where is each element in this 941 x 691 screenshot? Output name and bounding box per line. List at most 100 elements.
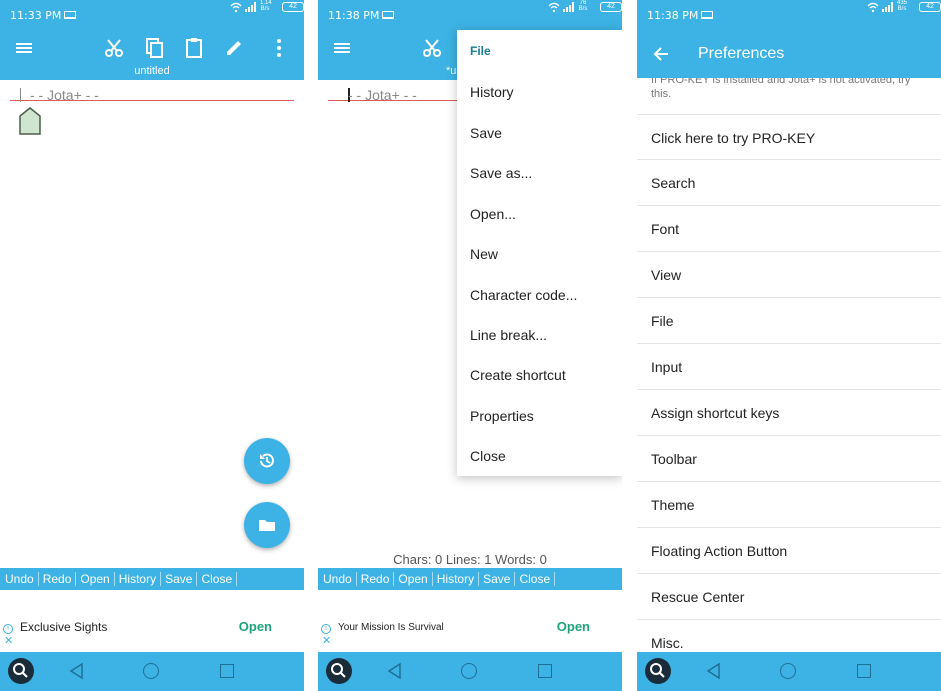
pref-item-view[interactable]: View [637, 252, 941, 298]
copy-icon[interactable] [141, 35, 167, 61]
clipboard-icon[interactable] [181, 35, 207, 61]
pref-item-shortcut-keys[interactable]: Assign shortcut keys [637, 390, 941, 436]
magnifier-icon[interactable] [326, 658, 352, 684]
nav-recent-icon[interactable] [220, 664, 234, 678]
menu-item-history[interactable]: History [470, 84, 514, 100]
ad-close-icon[interactable]: ✕ [322, 636, 331, 647]
selection-handle-icon[interactable] [18, 106, 42, 136]
redo-button[interactable]: Redo [361, 572, 395, 586]
hamburger-icon[interactable] [329, 35, 355, 61]
menu-item-line-break[interactable]: Line break... [470, 327, 547, 343]
pref-item-search[interactable]: Search [637, 160, 941, 206]
battery-icon: 42 [600, 2, 622, 12]
wifi-icon [867, 2, 879, 13]
pref-item-label: Input [651, 359, 683, 375]
file-menu-popup: File History Save Save as... Open... New… [457, 30, 622, 476]
menu-item-save[interactable]: Save [470, 125, 502, 141]
undo-button[interactable]: Undo [323, 572, 357, 586]
history-button[interactable]: History [119, 572, 162, 586]
pref-item-toolbar[interactable]: Toolbar [637, 436, 941, 482]
pencil-icon[interactable] [221, 35, 247, 61]
pref-item-fab[interactable]: Floating Action Button [637, 528, 941, 574]
pref-item-rescue-center[interactable]: Rescue Center [637, 574, 941, 620]
history-fab[interactable] [244, 438, 290, 484]
page-title: Preferences [698, 45, 785, 62]
net-speed: 1.14 B/s [260, 0, 272, 12]
hamburger-icon[interactable] [11, 35, 37, 61]
pref-item-label: Floating Action Button [651, 543, 788, 559]
nav-recent-icon[interactable] [538, 664, 552, 678]
status-bar: 11:38 PM 76 B/s 42 [318, 0, 622, 30]
editor-toolbar: untitled [0, 30, 304, 80]
pref-item-label: Theme [651, 497, 695, 513]
open-button[interactable]: Open [398, 572, 433, 586]
menu-item-new[interactable]: New [470, 246, 498, 262]
pref-item-label: Search [651, 175, 696, 191]
save-button[interactable]: Save [483, 572, 516, 586]
pref-item-misc[interactable]: Misc. [637, 620, 941, 652]
preferences-list[interactable]: If PRO-KEY is installed and Jota+ is not… [637, 78, 941, 652]
menu-item-close[interactable]: Close [470, 448, 506, 464]
system-nav-bar [318, 652, 622, 691]
arrow-back-icon[interactable] [651, 44, 671, 64]
history-button[interactable]: History [437, 572, 480, 586]
wifi-icon [230, 2, 242, 13]
undo-button[interactable]: Undo [5, 572, 39, 586]
nav-back-icon[interactable] [386, 662, 404, 680]
pref-item-pro-key[interactable]: Click here to try PRO-KEY [637, 114, 941, 160]
pref-item-theme[interactable]: Theme [637, 482, 941, 528]
nav-home-icon[interactable] [461, 663, 477, 679]
nav-home-icon[interactable] [780, 663, 796, 679]
file-menu-header: File [470, 44, 491, 58]
nav-recent-icon[interactable] [857, 664, 871, 678]
text-editor[interactable]: - - Jota+ - - [0, 80, 304, 568]
document-title: untitled [134, 65, 170, 77]
open-folder-fab[interactable] [244, 502, 290, 548]
laptop-icon [64, 11, 76, 19]
quick-actions-bar: Undo Redo Open History Save Close [318, 568, 622, 590]
editor-line-text: - - Jota+ - - [348, 87, 417, 103]
status-bar: 11:38 PM 435 B/s 42 [637, 0, 941, 30]
menu-item-open[interactable]: Open... [470, 206, 516, 222]
ad-open-button[interactable]: Open [239, 619, 272, 634]
ad-open-button[interactable]: Open [557, 619, 590, 634]
ad-banner[interactable]: i ✕ Your Mission Is Survival Open [318, 590, 622, 652]
document-counts: Chars: 0 Lines: 1 Words: 0 [393, 552, 547, 567]
magnifier-icon[interactable] [8, 658, 34, 684]
pref-item-font[interactable]: Font [637, 206, 941, 252]
editor-line-text: - - Jota+ - - [30, 87, 99, 103]
nav-home-icon[interactable] [143, 663, 159, 679]
laptop-icon [701, 11, 713, 19]
system-nav-bar [637, 652, 941, 691]
redo-button[interactable]: Redo [43, 572, 77, 586]
menu-item-character-code[interactable]: Character code... [470, 287, 577, 303]
menu-item-save-as[interactable]: Save as... [470, 165, 532, 181]
preferences-screen: 11:38 PM 435 B/s 42 Preferences If PRO-K… [637, 0, 941, 691]
wifi-icon [548, 2, 560, 13]
pref-item-input[interactable]: Input [637, 344, 941, 390]
more-vert-icon[interactable] [266, 35, 292, 61]
history-icon [260, 453, 274, 468]
pref-item-file[interactable]: File [637, 298, 941, 344]
menu-item-properties[interactable]: Properties [470, 408, 534, 424]
close-button[interactable]: Close [201, 572, 238, 586]
ad-title: Your Mission Is Survival [338, 622, 444, 633]
editor-screen: 11:33 PM 1.14 B/s 42 untitled - - Jota+ … [0, 0, 304, 691]
scissors-icon[interactable] [101, 35, 127, 61]
pref-item-label: Click here to try PRO-KEY [651, 130, 816, 146]
pro-key-note: If PRO-KEY is installed and Jota+ is not… [651, 78, 911, 100]
nav-back-icon[interactable] [705, 662, 723, 680]
file-menu-screen: 11:38 PM 76 B/s 42 *u - - Jota+ - - Char… [318, 0, 622, 691]
ad-info-icon[interactable]: i [321, 624, 331, 634]
menu-item-create-shortcut[interactable]: Create shortcut [470, 367, 566, 383]
nav-back-icon[interactable] [68, 662, 86, 680]
open-button[interactable]: Open [80, 572, 115, 586]
ad-info-icon[interactable]: i [3, 624, 13, 634]
ad-close-icon[interactable]: ✕ [4, 636, 13, 647]
save-button[interactable]: Save [165, 572, 198, 586]
ad-banner[interactable]: i ✕ Exclusive Sights Open [0, 590, 304, 652]
magnifier-icon[interactable] [645, 658, 671, 684]
scissors-icon[interactable] [419, 35, 445, 61]
folder-icon [259, 520, 275, 531]
close-button[interactable]: Close [519, 572, 556, 586]
